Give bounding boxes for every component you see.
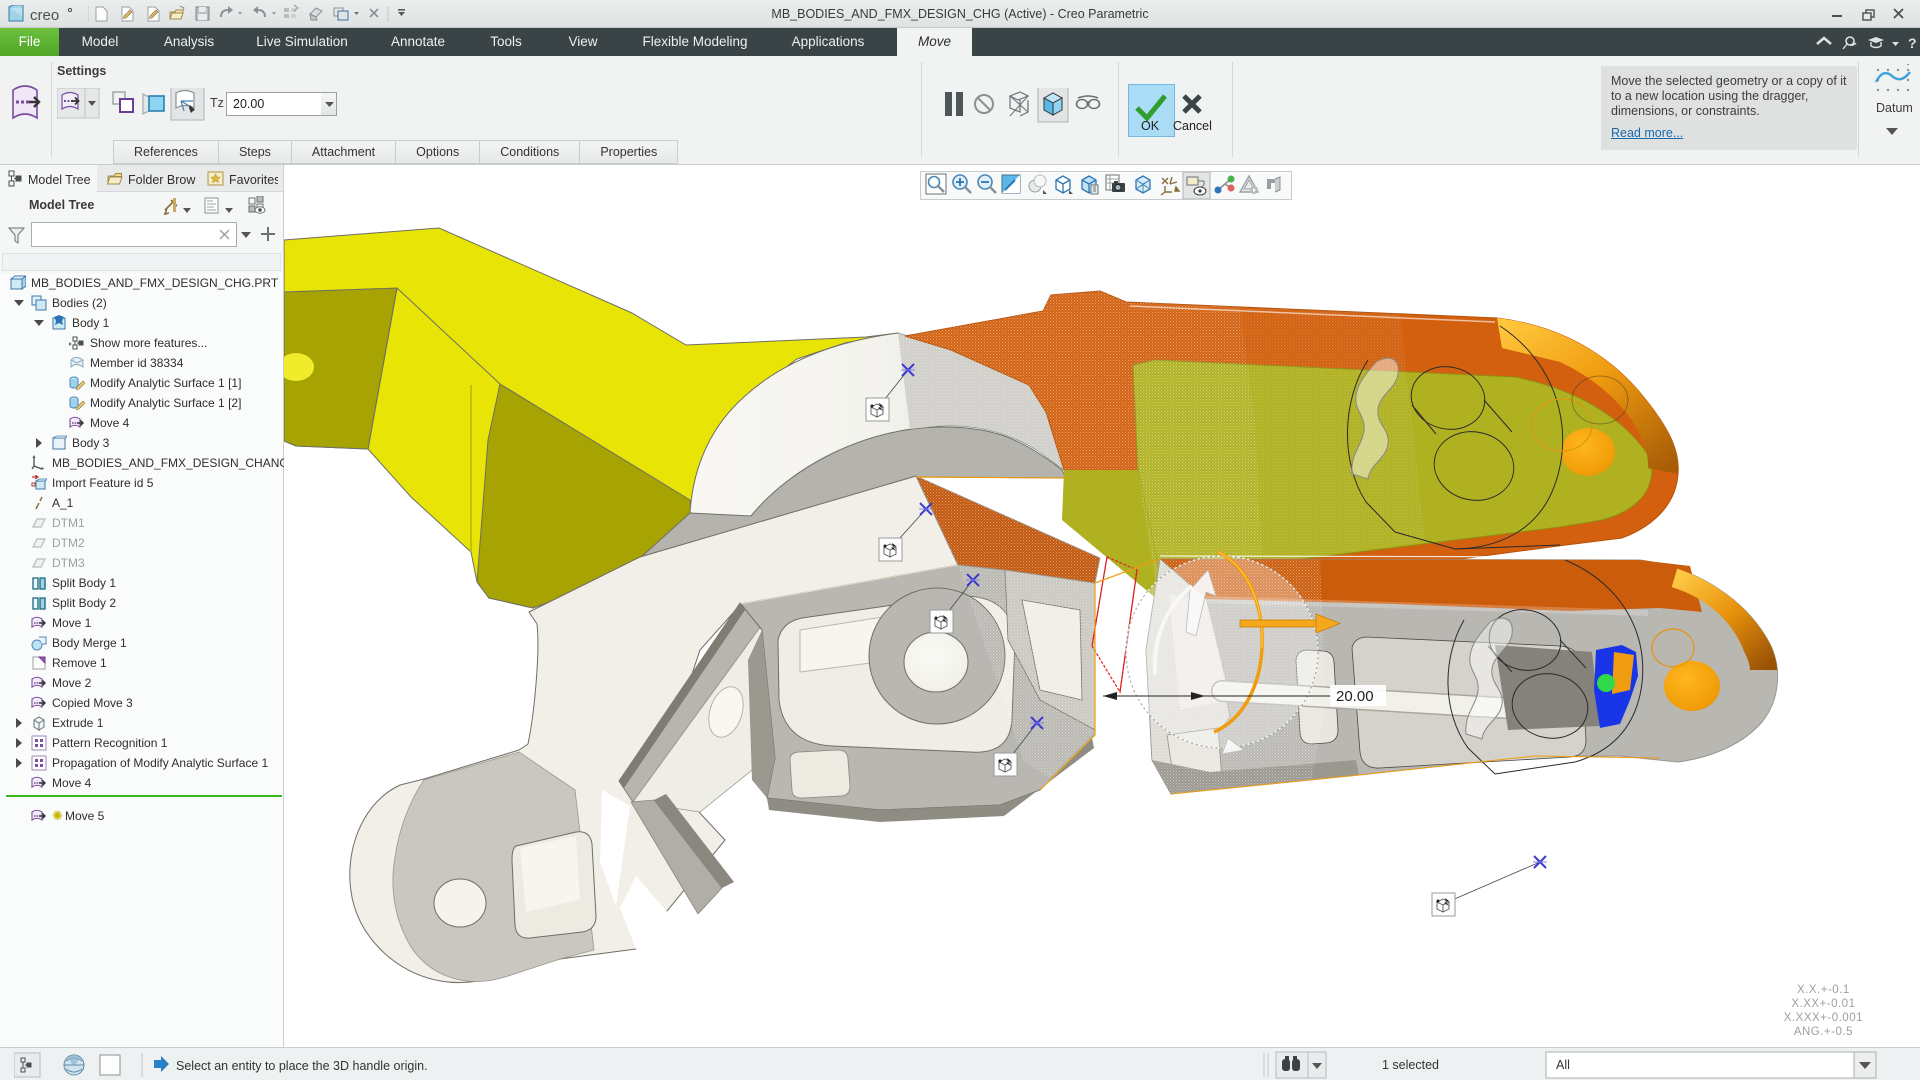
svg-text:Select an entity to place the: Select an entity to place the 3D handle … [176, 1059, 428, 1073]
svg-text:Model Tree: Model Tree [28, 173, 91, 187]
svg-text:Folder Brow: Folder Brow [128, 173, 196, 187]
svg-text:creo: creo [30, 7, 59, 24]
svg-text:1 selected: 1 selected [1382, 1058, 1439, 1072]
svg-text:20.00: 20.00 [1336, 688, 1374, 705]
svg-text:All: All [1556, 1058, 1570, 1072]
svg-text:?: ? [1908, 35, 1917, 51]
svg-text:Datum: Datum [1876, 101, 1913, 115]
svg-text:OK: OK [1141, 119, 1160, 133]
svg-text:Favorites: Favorites [229, 173, 278, 187]
svg-text:Cancel: Cancel [1173, 119, 1212, 133]
